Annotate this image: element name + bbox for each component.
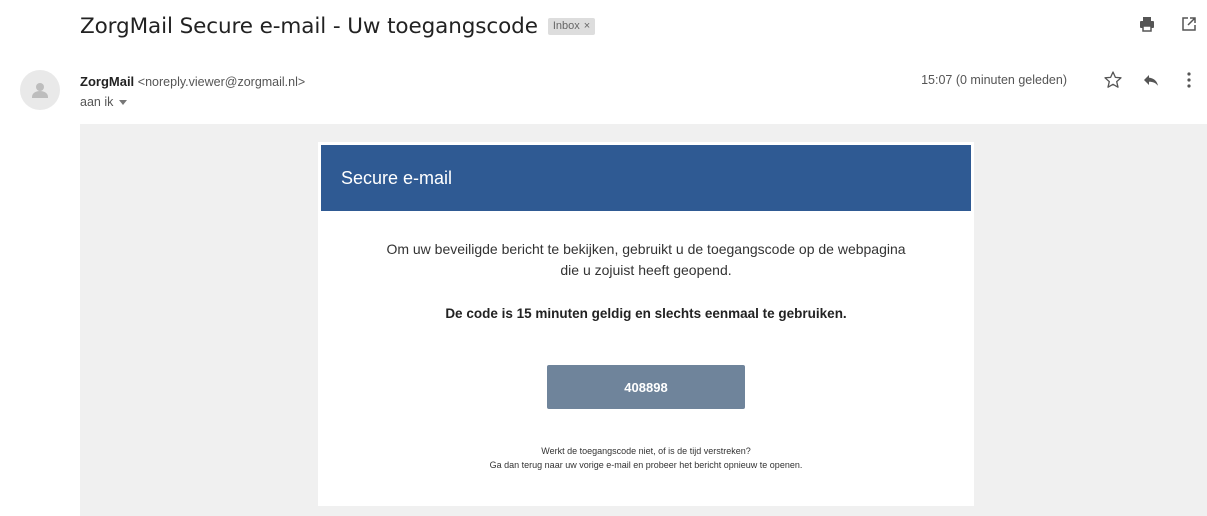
- top-actions: [1137, 14, 1199, 34]
- label-text: Inbox: [552, 20, 580, 32]
- sender-name[interactable]: ZorgMail: [80, 74, 134, 89]
- help-line-1: Werkt de toegangscode niet, of is de tij…: [541, 446, 751, 456]
- help-text: Werkt de toegangscode niet, of is de tij…: [318, 444, 974, 472]
- open-in-new-window-icon[interactable]: [1179, 14, 1199, 34]
- chevron-down-icon: [119, 100, 128, 105]
- intro-text: Om uw beveiligde bericht te bekijken, ge…: [318, 239, 974, 281]
- inbox-label-chip[interactable]: Inbox ×: [547, 17, 596, 35]
- message-meta: 15:07 (0 minuten geleden): [921, 70, 1199, 90]
- sender-line: ZorgMail <noreply.viewer@zorgmail.nl>: [80, 74, 305, 89]
- secure-mail-card: Secure e-mail Om uw beveiligde bericht t…: [318, 142, 974, 506]
- intro-line-2: die u zojuist heeft geopend.: [560, 262, 732, 278]
- recipient-toggle[interactable]: aan ik: [80, 95, 128, 109]
- message-body: Secure e-mail Om uw beveiligde bericht t…: [80, 124, 1207, 516]
- timestamp: 15:07 (0 minuten geleden): [921, 73, 1067, 87]
- reply-icon[interactable]: [1141, 70, 1161, 90]
- remove-label-icon[interactable]: ×: [584, 20, 590, 32]
- intro-line-1: Om uw beveiligde bericht te bekijken, ge…: [386, 241, 906, 257]
- person-avatar-icon: [32, 83, 48, 98]
- star-icon[interactable]: [1103, 70, 1123, 90]
- print-icon[interactable]: [1137, 14, 1157, 34]
- email-subject: ZorgMail Secure e-mail - Uw toegangscode: [80, 13, 538, 39]
- validity-notice: De code is 15 minuten geldig en slechts …: [445, 306, 847, 321]
- sender-email: <noreply.viewer@zorgmail.nl>: [137, 75, 306, 89]
- more-vertical-icon[interactable]: [1179, 70, 1199, 90]
- sender-avatar[interactable]: [20, 70, 60, 110]
- access-code-box[interactable]: 408898: [547, 365, 745, 409]
- email-view: ZorgMail Secure e-mail - Uw toegangscode…: [0, 0, 1207, 516]
- help-line-2: Ga dan terug naar uw vorige e-mail en pr…: [489, 460, 803, 470]
- card-header: Secure e-mail: [321, 145, 971, 211]
- subject-row: ZorgMail Secure e-mail - Uw toegangscode…: [80, 8, 596, 44]
- recipient-text: aan ik: [80, 95, 114, 109]
